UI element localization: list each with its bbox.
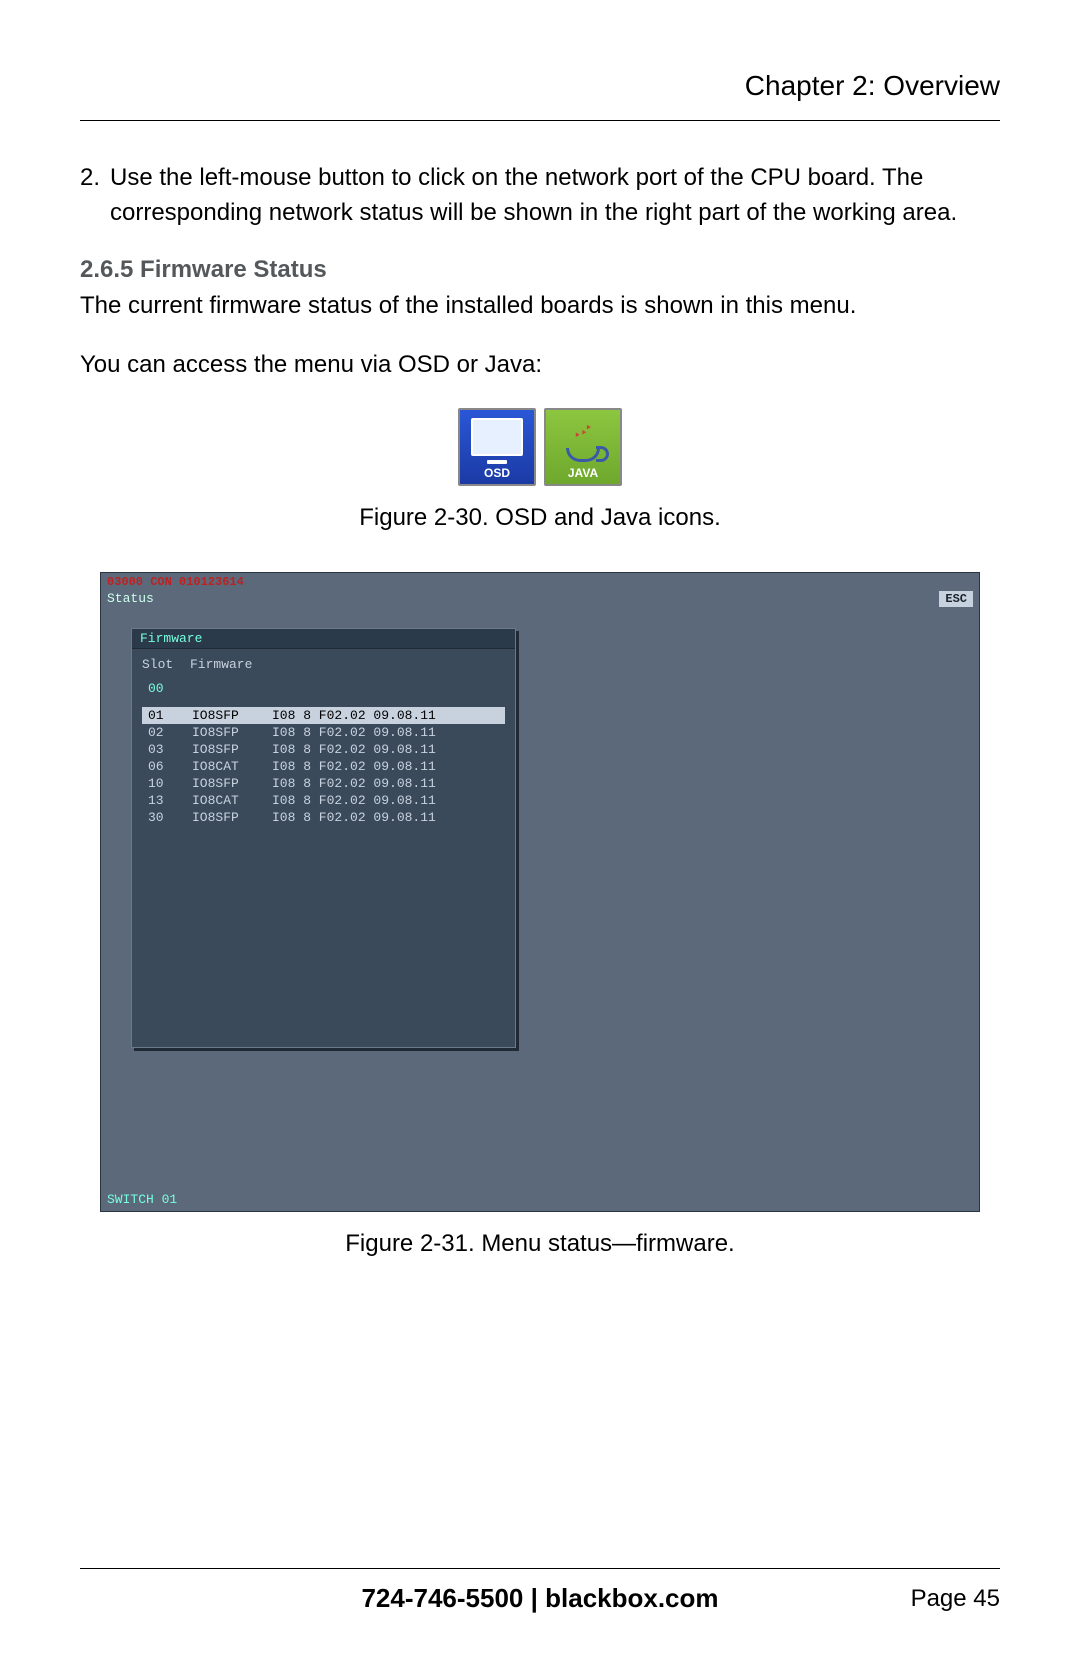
table-row[interactable]: 30IO8SFPI08 8 F02.02 09.08.11	[142, 809, 505, 826]
switch-label: SWITCH 01	[107, 1192, 177, 1207]
col-firmware: Firmware	[190, 657, 252, 672]
figure-caption-30: Figure 2-30. OSD and Java icons.	[80, 504, 1000, 532]
firmware-panel: Firmware Slot Firmware 00 01IO8SFPI08 8 …	[131, 628, 516, 1048]
firmware-screenshot: 03000 CON 010123614 Status ESC Firmware …	[100, 572, 980, 1212]
java-icon: ࿚ JAVA	[544, 408, 622, 486]
table-row[interactable]: 10IO8SFPI08 8 F02.02 09.08.11	[142, 775, 505, 792]
step-2: 2. Use the left-mouse button to click on…	[80, 161, 1000, 231]
icon-row: OSD ࿚ JAVA	[80, 408, 1000, 486]
table-row[interactable]: 06IO8CATI08 8 F02.02 09.08.11	[142, 758, 505, 775]
table-header: Slot Firmware	[142, 657, 505, 672]
cup-icon	[566, 448, 600, 462]
monitor-icon	[471, 418, 523, 456]
step-number: 2.	[80, 161, 110, 231]
footer-divider	[80, 1568, 1000, 1569]
step-text: Use the left-mouse button to click on th…	[110, 161, 1000, 231]
panel-title: Firmware	[132, 629, 515, 649]
osd-label: OSD	[484, 466, 510, 480]
table-row[interactable]: 02IO8SFPI08 8 F02.02 09.08.11	[142, 724, 505, 741]
esc-button[interactable]: ESC	[939, 591, 973, 607]
osd-icon: OSD	[458, 408, 536, 486]
ss-connection-id: 03000 CON 010123614	[107, 575, 244, 589]
table-row[interactable]: 01IO8SFPI08 8 F02.02 09.08.11	[142, 707, 505, 724]
ss-status-label: Status	[107, 591, 154, 606]
steam-icon: ࿚	[574, 418, 592, 448]
section-heading: 2.6.5 Firmware Status	[80, 256, 1000, 284]
java-label: JAVA	[568, 466, 598, 480]
table-row[interactable]: 03IO8SFPI08 8 F02.02 09.08.11	[142, 741, 505, 758]
table-row[interactable]: 13IO8CATI08 8 F02.02 09.08.11	[142, 792, 505, 809]
page-footer: 724-746-5500 | blackbox.com Page 45	[80, 1583, 1000, 1614]
paragraph: The current firmware status of the insta…	[80, 289, 1000, 324]
page-number: Page 45	[911, 1585, 1000, 1613]
chapter-header: Chapter 2: Overview	[80, 70, 1000, 121]
paragraph: You can access the menu via OSD or Java:	[80, 348, 1000, 383]
table-row-00[interactable]: 00	[142, 680, 505, 697]
footer-site: blackbox.com	[545, 1583, 718, 1613]
col-slot: Slot	[142, 657, 190, 672]
figure-caption-31: Figure 2-31. Menu status—firmware.	[80, 1230, 1000, 1258]
footer-phone: 724-746-5500	[361, 1583, 523, 1613]
footer-sep: |	[523, 1583, 545, 1613]
